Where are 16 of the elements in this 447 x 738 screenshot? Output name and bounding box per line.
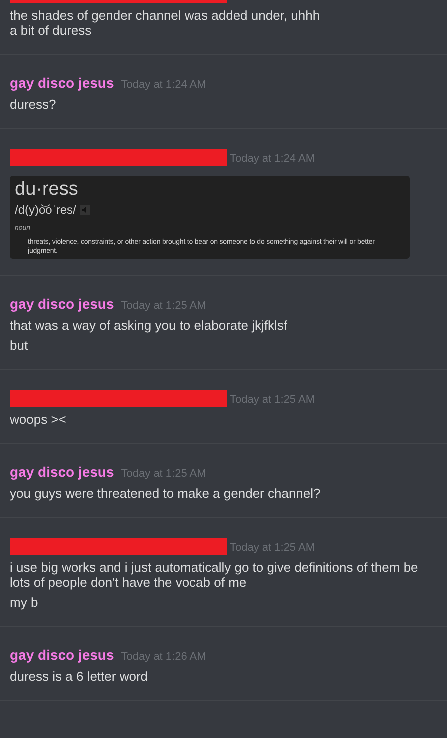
message-text: my b — [10, 594, 40, 610]
author-name[interactable]: gay disco jesus — [10, 294, 114, 312]
author-name[interactable]: gay disco jesus — [10, 462, 114, 480]
message-text: the shades of gender channel was added under, uhhh a bit of duress — [10, 8, 322, 38]
message-text: that was a way of asking you to elaborate jkjfklsf — [10, 318, 288, 332]
message-text: duress? — [10, 97, 58, 112]
message-text: i use big works and i just automatically go to give definitions of them be lots of people don't have the vocab of me — [10, 560, 420, 590]
speaker-icon[interactable] — [80, 205, 90, 215]
message-text: woops >< — [10, 412, 68, 426]
author-name[interactable]: gay disco jesus — [10, 74, 114, 92]
message-text: but — [10, 338, 30, 352]
message-text: you guys were threatened to make a gender channel? — [10, 486, 322, 500]
message-text: duress is a 6 letter word — [10, 668, 150, 684]
pronunciation: /d(y)o͝oˈres/ — [15, 202, 76, 218]
dictionary-word: du·ress — [15, 178, 80, 202]
author-name[interactable]: gay disco jesus — [10, 646, 114, 664]
